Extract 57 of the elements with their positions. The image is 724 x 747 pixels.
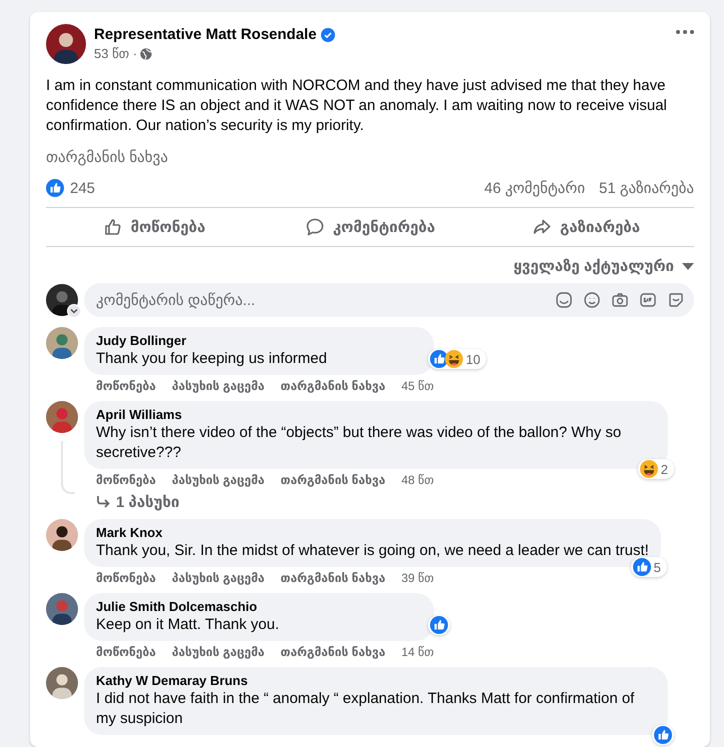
- comment-time[interactable]: 39 წთ: [401, 571, 434, 585]
- like-reaction-icon[interactable]: [46, 179, 64, 197]
- caret-icon: [682, 262, 694, 270]
- chevron-down-icon[interactable]: [67, 304, 81, 318]
- comment-count[interactable]: 46 კომენტარი: [484, 179, 585, 197]
- comment-text: Keep on it Matt. Thank you.: [96, 615, 280, 635]
- commenter-name[interactable]: Julie Smith Dolcemaschio: [96, 599, 422, 615]
- reply-arrow-icon: [96, 496, 110, 508]
- comment-button[interactable]: კომენტირება: [262, 208, 478, 246]
- like-button[interactable]: მოწონება: [46, 208, 262, 246]
- comment-text: I did not have faith in the “ anomaly “ explanation. Thanks Matt for confirmation of my suspicion: [96, 689, 636, 729]
- thumbs-up-icon: [102, 217, 123, 237]
- comment-action-link[interactable]: პასუხის გაცემა: [172, 379, 265, 393]
- translation-link[interactable]: თარგმანის ნახვა: [46, 148, 168, 166]
- post-time[interactable]: 53 წთ ·: [94, 46, 138, 62]
- speech-bubble-icon: [304, 217, 325, 237]
- reaction-summary[interactable]: 10: [428, 349, 486, 369]
- comment-action-link[interactable]: მოწონება: [96, 571, 156, 585]
- emoji-icon[interactable]: [582, 290, 602, 310]
- comment-action-link[interactable]: მოწონება: [96, 473, 156, 487]
- commenter-name[interactable]: April Williams: [96, 407, 656, 423]
- sticker-face-icon[interactable]: [554, 290, 574, 310]
- author-name[interactable]: Representative Matt Rosendale: [94, 26, 317, 43]
- share-count[interactable]: 51 გაზიარება: [598, 179, 694, 197]
- avatar[interactable]: [46, 24, 86, 64]
- more-options-icon[interactable]: [676, 30, 694, 34]
- share-arrow-icon: [532, 217, 552, 237]
- comment-action-link[interactable]: თარგმანის ნახვა: [280, 473, 386, 487]
- commenter-name[interactable]: Judy Bollinger: [96, 333, 422, 349]
- comment-time[interactable]: 14 წთ: [401, 645, 434, 659]
- share-button[interactable]: გაზიარება: [478, 208, 694, 246]
- avatar[interactable]: [46, 519, 78, 551]
- comment-time[interactable]: 48 წთ: [401, 473, 434, 487]
- avatar[interactable]: [46, 593, 78, 625]
- commenter-name[interactable]: Mark Knox: [96, 525, 649, 541]
- comment-input-field[interactable]: კომენტარის დაწერა...: [84, 283, 694, 317]
- comment-action-link[interactable]: პასუხის გაცემა: [172, 473, 265, 487]
- comment-action-link[interactable]: მოწონება: [96, 379, 156, 393]
- comment-text: Thank you for keeping us informed: [96, 349, 328, 369]
- commenter-name[interactable]: Kathy W Demaray Bruns: [96, 673, 656, 689]
- view-replies-link[interactable]: 1 პასუხი: [116, 493, 180, 511]
- comment-action-link[interactable]: თარგმანის ნახვა: [280, 571, 386, 585]
- reaction-count[interactable]: 245: [70, 180, 96, 196]
- comment-action-link[interactable]: პასუხის გაცემა: [172, 645, 265, 659]
- comment-time[interactable]: 45 წთ: [401, 379, 434, 393]
- comment-action-link[interactable]: მოწონება: [96, 645, 156, 659]
- reaction-summary[interactable]: 5: [630, 557, 667, 577]
- comment-text: Why isn’t there video of the “objects” but there was video of the ballon? Why so secretive???: [96, 423, 622, 463]
- sort-dropdown[interactable]: ყველაზე აქტუალური: [513, 257, 694, 275]
- post-text: I am in constant communication with NORCOM and they have just advised me that they have confidence there IS an object and it WAS NOT an anomaly. I am waiting now to receive visual confirmation. Our nation’s security is my priority.: [46, 76, 668, 136]
- globe-icon: [140, 48, 152, 60]
- comment-action-link[interactable]: პასუხის გაცემა: [172, 571, 265, 585]
- reaction-summary[interactable]: 2: [638, 459, 674, 479]
- thread-line: [61, 441, 75, 494]
- comment-action-link[interactable]: თარგმანის ნახვა: [280, 645, 386, 659]
- comment-action-link[interactable]: თარგმანის ნახვა: [280, 379, 386, 393]
- avatar[interactable]: [46, 284, 78, 316]
